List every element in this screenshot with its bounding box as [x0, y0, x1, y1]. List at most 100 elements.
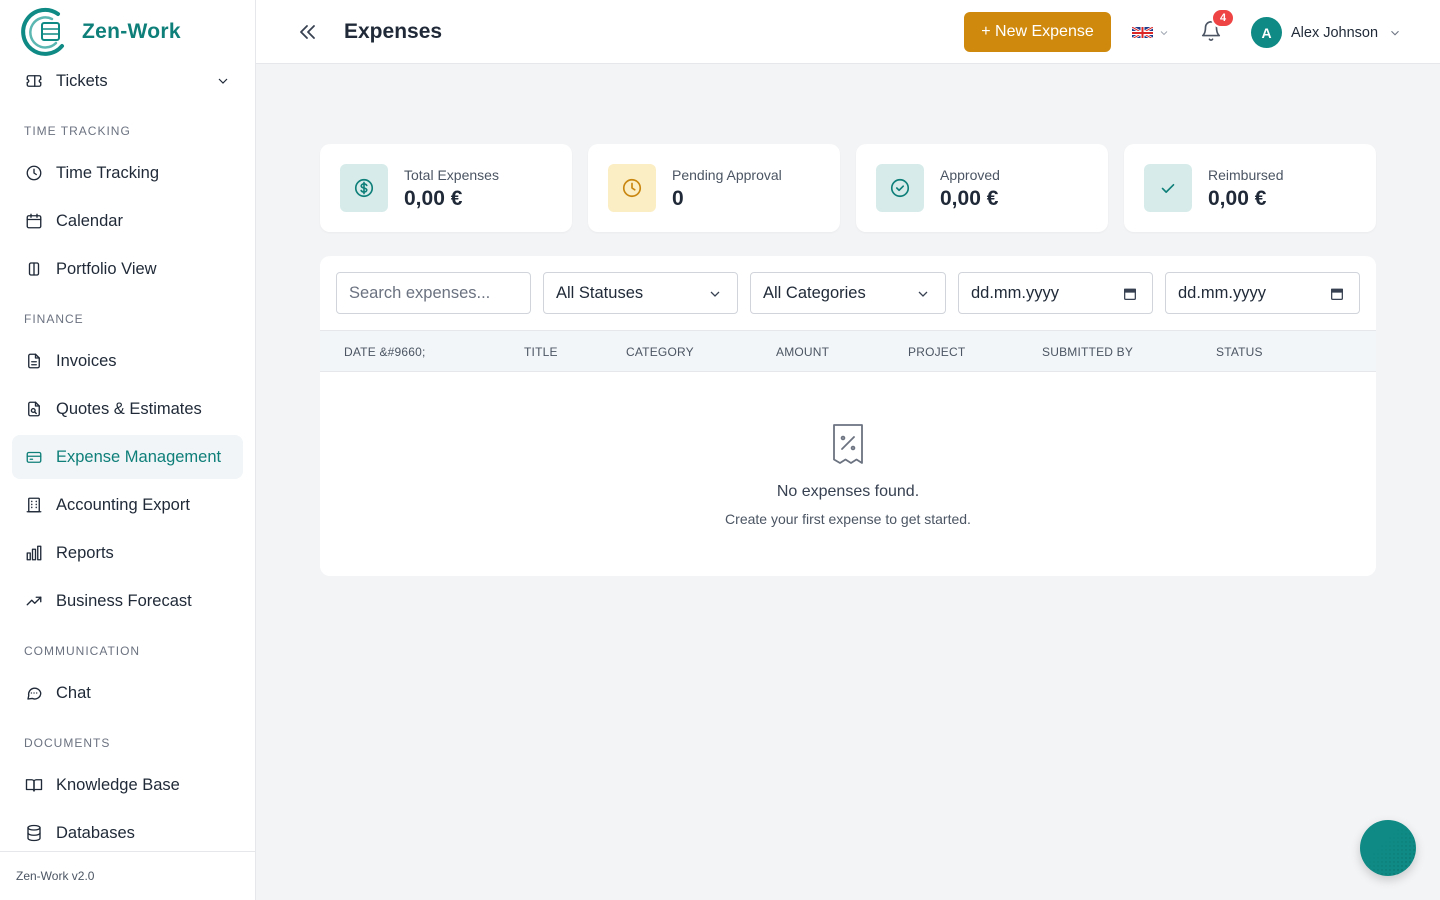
sidebar-item-label: Quotes & Estimates	[56, 399, 202, 418]
sidebar-item-quotes-estimates[interactable]: Quotes & Estimates	[12, 387, 243, 431]
app-version: Zen-Work v2.0	[0, 851, 256, 900]
sidebar-item-expense-management[interactable]: Expense Management	[12, 435, 243, 479]
chevron-down-icon	[1158, 26, 1170, 38]
page-title: Expenses	[344, 20, 443, 43]
stat-value: 0	[672, 187, 684, 210]
sidebar-item-chat[interactable]: Chat	[12, 671, 243, 715]
columns-icon	[24, 259, 44, 279]
category-select[interactable]: All Categories	[750, 272, 946, 314]
notification-badge: 4	[1211, 8, 1235, 28]
stat-value: 0,00 €	[404, 187, 463, 210]
sidebar-item-label: Chat	[56, 683, 91, 702]
dots-pattern-icon	[1360, 820, 1416, 876]
chevron-down-icon	[1388, 26, 1402, 40]
sidebar-item-portfolio-view[interactable]: Portfolio View	[12, 247, 243, 291]
sidebar-item-label: Invoices	[56, 351, 117, 370]
bar-chart-icon	[24, 543, 44, 563]
chevron-down-icon	[707, 286, 723, 302]
chat-assistant-button[interactable]	[1360, 820, 1416, 876]
sidebar-item-databases[interactable]: Databases	[12, 811, 243, 851]
credit-card-icon	[24, 447, 44, 467]
stat-card-reimbursed: Reimbursed 0,00 €	[1124, 144, 1376, 232]
clock-icon	[608, 164, 656, 212]
sidebar-item-label: Accounting Export	[56, 495, 190, 514]
status-select-value: All Statuses	[556, 283, 644, 302]
sidebar-item-label: Reports	[56, 543, 114, 562]
app-logo[interactable]: Zen-Work	[0, 0, 255, 64]
section-label-time-tracking: Time Tracking	[24, 124, 131, 138]
section-label-communication: Communication	[24, 644, 141, 658]
app-name: Zen-Work	[82, 20, 181, 43]
sidebar-item-label: Knowledge Base	[56, 775, 180, 794]
status-select[interactable]: All Statuses	[543, 272, 738, 314]
stat-card-pending-approval: Pending Approval 0	[588, 144, 840, 232]
stat-label: Reimbursed	[1208, 167, 1284, 183]
stat-value: 0,00 €	[940, 187, 999, 210]
calendar-icon	[24, 211, 44, 231]
sidebar-item-reports[interactable]: Reports	[12, 531, 243, 575]
building-icon	[24, 495, 44, 515]
stat-label: Pending Approval	[672, 167, 782, 183]
stat-card-total-expenses: Total Expenses 0,00 €	[320, 144, 572, 232]
search-input[interactable]: Search expenses...	[336, 272, 531, 314]
calendar-icon[interactable]	[1122, 286, 1138, 302]
column-header-amount[interactable]: AMOUNT	[776, 345, 829, 359]
check-icon	[1144, 164, 1192, 212]
stat-label: Approved	[940, 167, 1000, 183]
clock-icon	[24, 163, 44, 183]
section-label-finance: Finance	[24, 312, 84, 326]
top-header: Expenses + New Expense 4 A Alex Johnson	[256, 0, 1440, 64]
sidebar-item-label: Expense Management	[56, 447, 222, 466]
column-header-submitted-by[interactable]: SUBMITTED BY	[1042, 345, 1133, 359]
sidebar: Zen-Work Tickets Time Tracking Time Trac…	[0, 0, 256, 900]
sidebar-item-invoices[interactable]: Invoices	[12, 339, 243, 383]
column-header-status[interactable]: STATUS	[1216, 345, 1263, 359]
ticket-icon	[24, 71, 44, 91]
user-name: Alex Johnson	[1291, 24, 1379, 41]
database-icon	[24, 823, 44, 843]
table-header: DATE &#9660; TITLE CATEGORY AMOUNT PROJE…	[320, 330, 1376, 372]
sidebar-item-knowledge-base[interactable]: Knowledge Base	[12, 763, 243, 807]
zen-work-logo-icon	[18, 6, 70, 58]
new-expense-button[interactable]: + New Expense	[964, 12, 1111, 52]
sidebar-item-label: Portfolio View	[56, 259, 157, 278]
sidebar-item-tickets[interactable]: Tickets	[12, 59, 243, 103]
sidebar-item-label: Databases	[56, 823, 135, 842]
sidebar-item-accounting-export[interactable]: Accounting Export	[12, 483, 243, 527]
date-to-input[interactable]: dd.mm.yyyy	[1165, 272, 1360, 314]
collapse-sidebar-button[interactable]	[296, 20, 320, 44]
message-icon	[24, 683, 44, 703]
column-header-title[interactable]: TITLE	[524, 345, 558, 359]
sidebar-item-business-forecast[interactable]: Business Forecast	[12, 579, 243, 623]
file-search-icon	[24, 399, 44, 419]
dollar-circle-icon	[340, 164, 388, 212]
stat-card-approved: Approved 0,00 €	[856, 144, 1108, 232]
sidebar-item-label: Time Tracking	[56, 163, 159, 182]
sidebar-item-calendar[interactable]: Calendar	[12, 199, 243, 243]
stat-label: Total Expenses	[404, 167, 499, 183]
sidebar-item-time-tracking[interactable]: Time Tracking	[12, 151, 243, 195]
empty-state-title: No expenses found.	[776, 483, 920, 500]
chevron-down-icon	[915, 286, 931, 302]
column-header-category[interactable]: CATEGORY	[626, 345, 694, 359]
sidebar-item-label: Tickets	[56, 71, 108, 90]
uk-flag-icon	[1132, 26, 1153, 38]
chevron-down-icon[interactable]	[215, 73, 231, 89]
date-from-value: dd.mm.yyyy	[971, 283, 1060, 302]
language-selector[interactable]	[1132, 26, 1170, 38]
column-header-project[interactable]: PROJECT	[908, 345, 965, 359]
calendar-icon[interactable]	[1329, 286, 1345, 302]
sidebar-item-label: Calendar	[56, 211, 123, 230]
section-label-documents: Documents	[24, 736, 111, 750]
chevrons-left-icon	[300, 25, 315, 39]
stat-value: 0,00 €	[1208, 187, 1267, 210]
check-circle-icon	[876, 164, 924, 212]
user-menu[interactable]: A Alex Johnson	[1251, 17, 1402, 48]
date-to-value: dd.mm.yyyy	[1178, 283, 1267, 302]
sidebar-nav: Tickets Time Tracking Time Tracking Cale…	[0, 57, 256, 851]
column-header-date[interactable]: DATE &#9660;	[344, 345, 426, 359]
date-from-input[interactable]: dd.mm.yyyy	[958, 272, 1153, 314]
book-icon	[24, 775, 44, 795]
avatar: A	[1251, 17, 1282, 48]
category-select-value: All Categories	[763, 283, 866, 302]
